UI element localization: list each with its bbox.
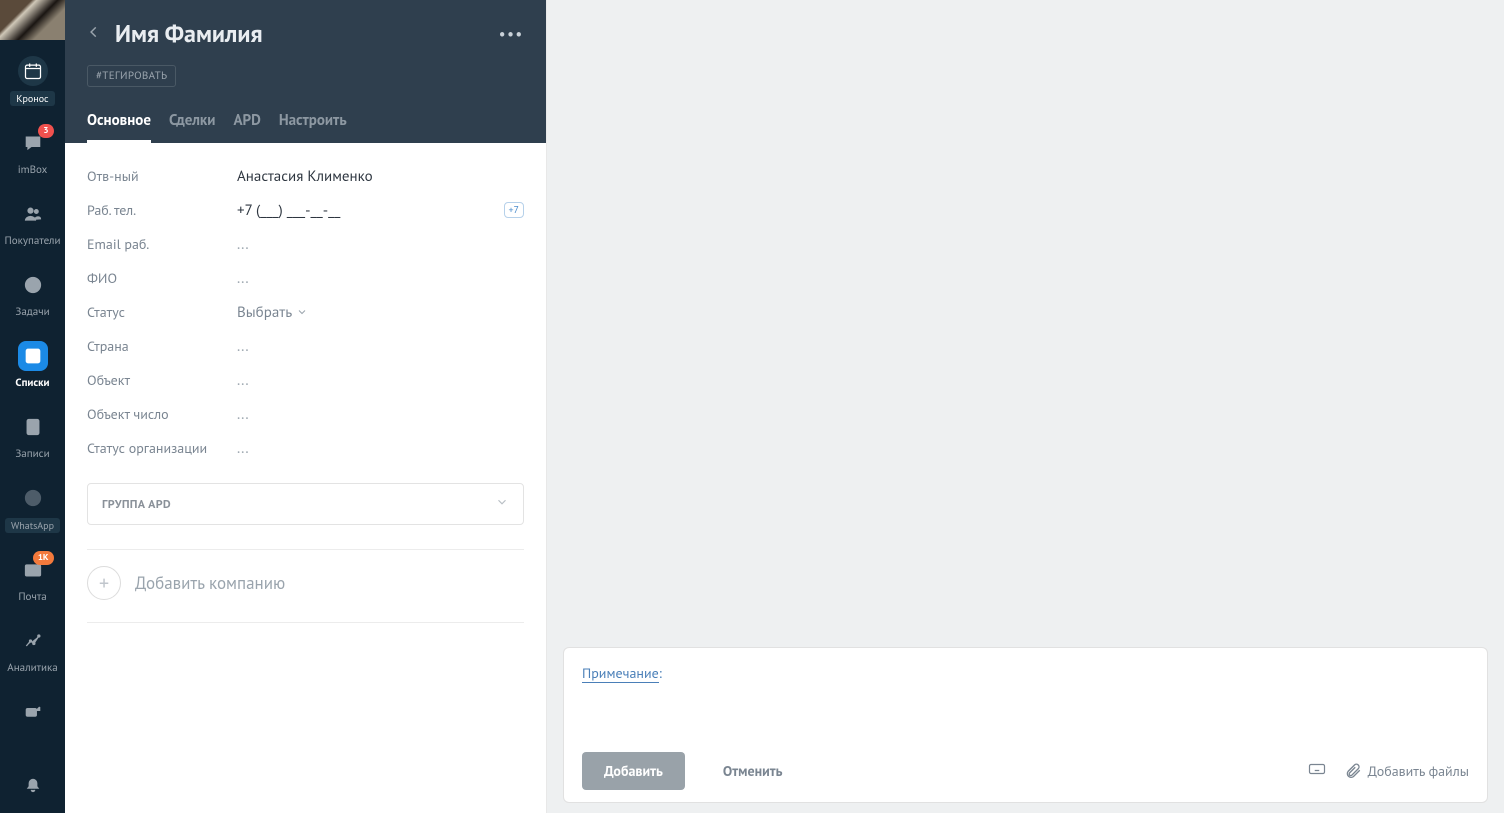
calendar-icon (18, 56, 48, 86)
field-label: Email раб. (87, 235, 237, 253)
field-fio: ФИО ... (87, 261, 524, 295)
nav-lists[interactable]: Списки (0, 325, 65, 396)
back-button[interactable] (87, 21, 101, 47)
detail-pane: Имя Фамилия ••• #ТЕГИРОВАТЬ Основное Сде… (65, 0, 547, 813)
note-composer: Примечание: Добавить Отменить Добавить ф… (563, 647, 1488, 803)
contact-title[interactable]: Имя Фамилия (115, 18, 485, 49)
workspace-avatar[interactable] (0, 0, 65, 40)
field-label: Отв-ный (87, 167, 237, 185)
nav-rail: Кронос 3 imBox Покупатели Задачи Списки … (0, 0, 65, 813)
add-tag-button[interactable]: #ТЕГИРОВАТЬ (87, 65, 176, 87)
check-icon (18, 270, 48, 300)
nav-tasks[interactable]: Задачи (0, 254, 65, 325)
note-footer: Добавить Отменить Добавить файлы (582, 752, 1469, 790)
field-value[interactable]: ... (237, 269, 524, 288)
field-label: Статус организации (87, 439, 237, 457)
field-country: Страна ... (87, 329, 524, 363)
note-cancel-button[interactable]: Отменить (701, 752, 805, 790)
group-label: ГРУППА APD (102, 497, 171, 512)
attach-label: Добавить файлы (1368, 762, 1469, 780)
keyboard-icon[interactable] (1308, 760, 1326, 782)
timeline-empty (563, 12, 1488, 647)
add-company-label: Добавить компанию (135, 572, 285, 594)
nav-notifications[interactable] (0, 753, 65, 813)
retarget-icon (18, 697, 48, 727)
users-icon (18, 199, 48, 229)
status-select[interactable]: Выбрать (237, 303, 308, 322)
nav-analytics[interactable]: Аналитика (0, 610, 65, 681)
note-type-link[interactable]: Примечание (582, 664, 659, 683)
field-value[interactable]: Выбрать (237, 303, 524, 322)
field-org-status: Статус организации ... (87, 431, 524, 465)
nav-buyers[interactable]: Покупатели (0, 183, 65, 254)
paperclip-icon (1344, 762, 1362, 780)
field-value[interactable]: ... (237, 439, 524, 458)
nav-imbox[interactable]: 3 imBox (0, 112, 65, 183)
field-value[interactable]: Анастасия Клименко (237, 167, 524, 186)
nav-label: imBox (18, 163, 48, 177)
chat-icon: 3 (18, 128, 48, 158)
add-company-button[interactable]: + Добавить компанию (87, 549, 524, 623)
mail-icon: 1K (18, 555, 48, 585)
note-add-button[interactable]: Добавить (582, 752, 685, 790)
field-object: Объект ... (87, 363, 524, 397)
field-responsible: Отв-ный Анастасия Клименко (87, 159, 524, 193)
nav-records[interactable]: Записи (0, 396, 65, 467)
nav-kronos[interactable]: Кронос (0, 40, 65, 112)
field-label: Раб. тел. (87, 201, 237, 219)
nav-whatsapp[interactable]: WhatsApp (0, 467, 65, 539)
note-textarea[interactable] (582, 682, 1469, 752)
doc-icon (18, 412, 48, 442)
group-apd-toggle[interactable]: ГРУППА APD (87, 483, 524, 525)
nav-label: Записи (15, 447, 49, 461)
tab-main[interactable]: Основное (87, 105, 151, 143)
nav-retarget[interactable] (0, 681, 65, 733)
tab-settings[interactable]: Настроить (279, 105, 347, 143)
field-work-email: Email раб. ... (87, 227, 524, 261)
field-status: Статус Выбрать (87, 295, 524, 329)
nav-label: Кронос (10, 91, 54, 106)
field-label: Страна (87, 337, 237, 355)
bell-icon (18, 769, 48, 799)
field-label: Объект число (87, 405, 237, 423)
nav-label: Списки (15, 376, 49, 390)
phone-prefix-badge[interactable]: +7 (504, 202, 525, 218)
field-value[interactable]: ... (237, 235, 524, 254)
plus-icon: + (87, 566, 121, 600)
detail-tabs: Основное Сделки APD Настроить (87, 105, 524, 143)
field-value[interactable]: ... (237, 371, 524, 390)
field-object-num: Объект число ... (87, 397, 524, 431)
whatsapp-icon (18, 483, 48, 513)
field-value[interactable]: ... (237, 405, 524, 424)
nav-label: Аналитика (7, 661, 57, 675)
nav-label: Почта (18, 590, 46, 604)
main-area: Примечание: Добавить Отменить Добавить ф… (547, 0, 1504, 813)
phone-value[interactable]: +7 (___) ___-__-__ (237, 201, 340, 220)
field-label: Объект (87, 371, 237, 389)
chevron-down-icon (495, 495, 509, 513)
chevron-down-icon (296, 306, 308, 318)
field-label: Статус (87, 303, 237, 321)
field-value[interactable]: ... (237, 337, 524, 356)
nav-label: Задачи (15, 305, 49, 319)
nav-mail[interactable]: 1K Почта (0, 539, 65, 610)
field-work-phone: Раб. тел. +7 (___) ___-__-__ +7 (87, 193, 524, 227)
field-value[interactable]: +7 (___) ___-__-__ +7 (237, 201, 524, 220)
note-type-label: Примечание: (582, 664, 1469, 682)
badge: 1K (33, 551, 54, 565)
nav-label: WhatsApp (5, 518, 60, 533)
badge: 3 (38, 124, 53, 138)
fields-list: Отв-ный Анастасия Клименко Раб. тел. +7 … (65, 143, 546, 473)
attach-files-button[interactable]: Добавить файлы (1344, 762, 1469, 780)
detail-header: Имя Фамилия ••• #ТЕГИРОВАТЬ Основное Сде… (65, 0, 546, 143)
more-menu-button[interactable]: ••• (499, 25, 524, 43)
list-icon (18, 341, 48, 371)
analytics-icon (18, 626, 48, 656)
field-label: ФИО (87, 269, 237, 287)
tab-apd[interactable]: APD (233, 105, 260, 143)
nav-label: Покупатели (5, 234, 61, 248)
tab-deals[interactable]: Сделки (169, 105, 215, 143)
